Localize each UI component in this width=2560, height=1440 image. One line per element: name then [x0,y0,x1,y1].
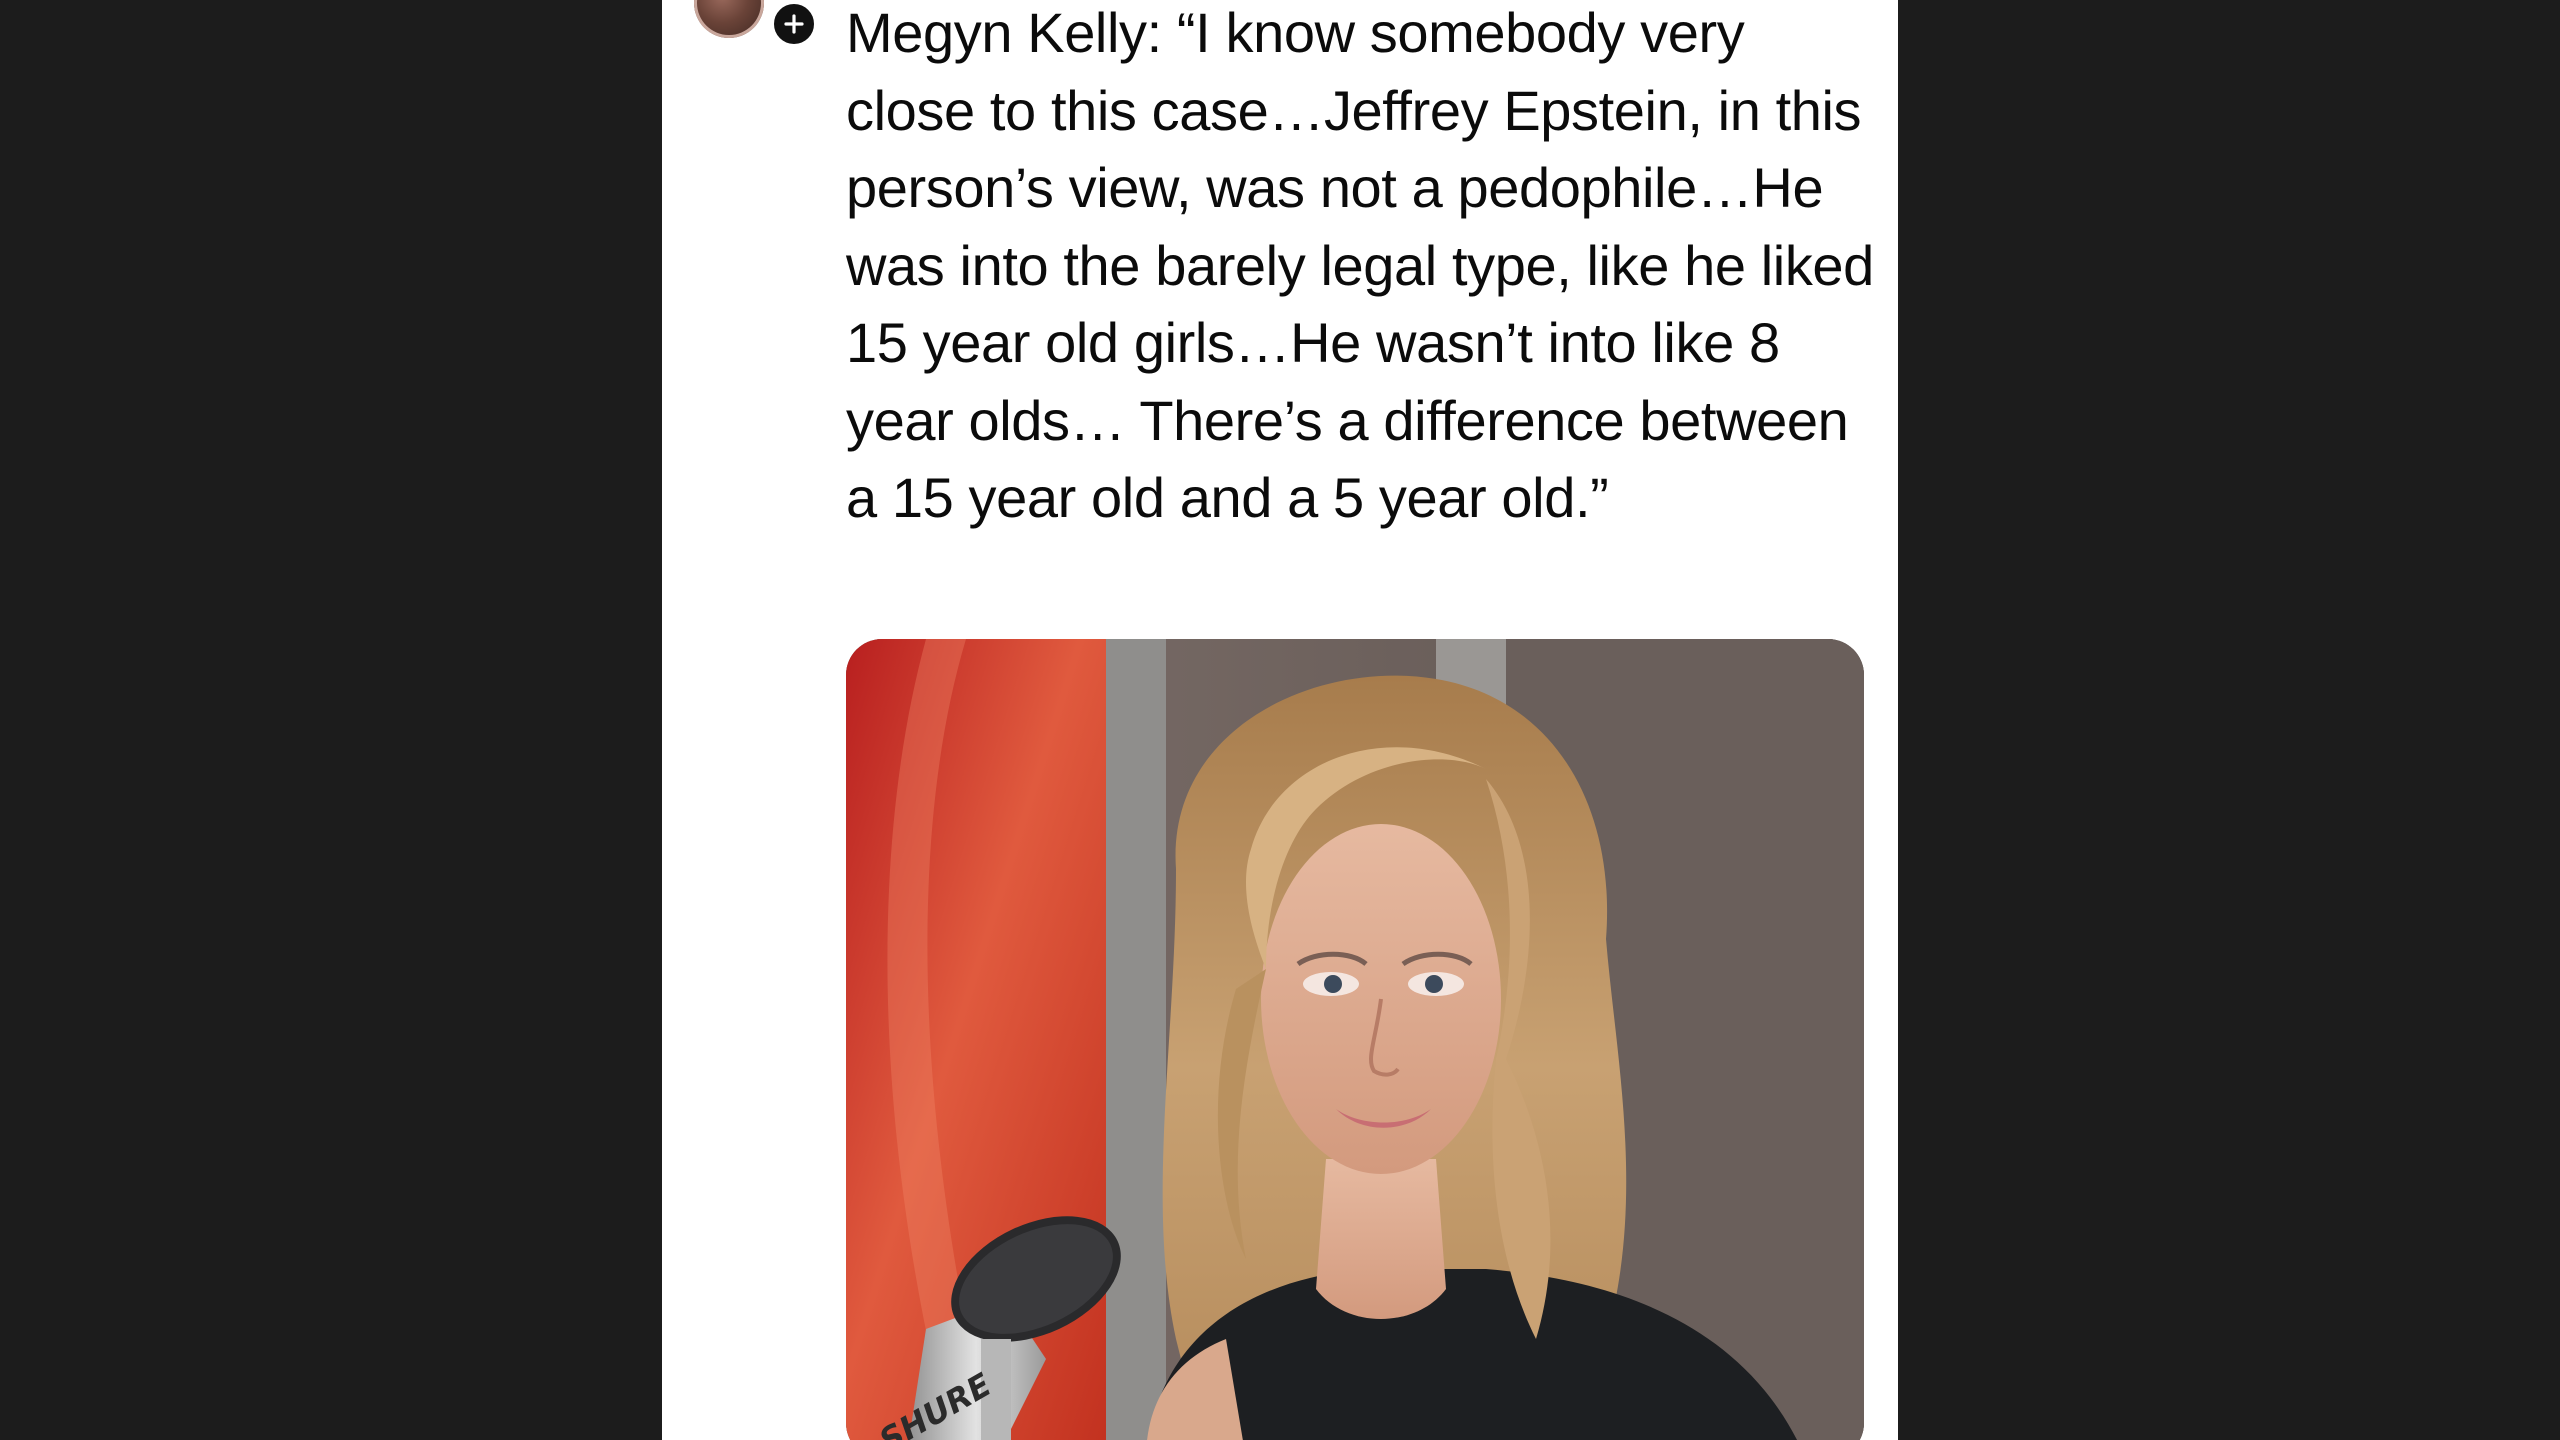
screen: Megyn Kelly: “I know somebody very close… [0,0,2560,1440]
photo-illustration: SHURE [846,639,1864,1440]
follow-button[interactable] [770,0,818,48]
post-image[interactable]: SHURE [846,639,1864,1440]
avatar-image [694,0,764,38]
plus-icon [784,14,804,34]
post-text: Megyn Kelly: “I know somebody very close… [846,1,1890,529]
author-avatar[interactable] [694,0,778,52]
post-card: Megyn Kelly: “I know somebody very close… [662,0,1898,1440]
